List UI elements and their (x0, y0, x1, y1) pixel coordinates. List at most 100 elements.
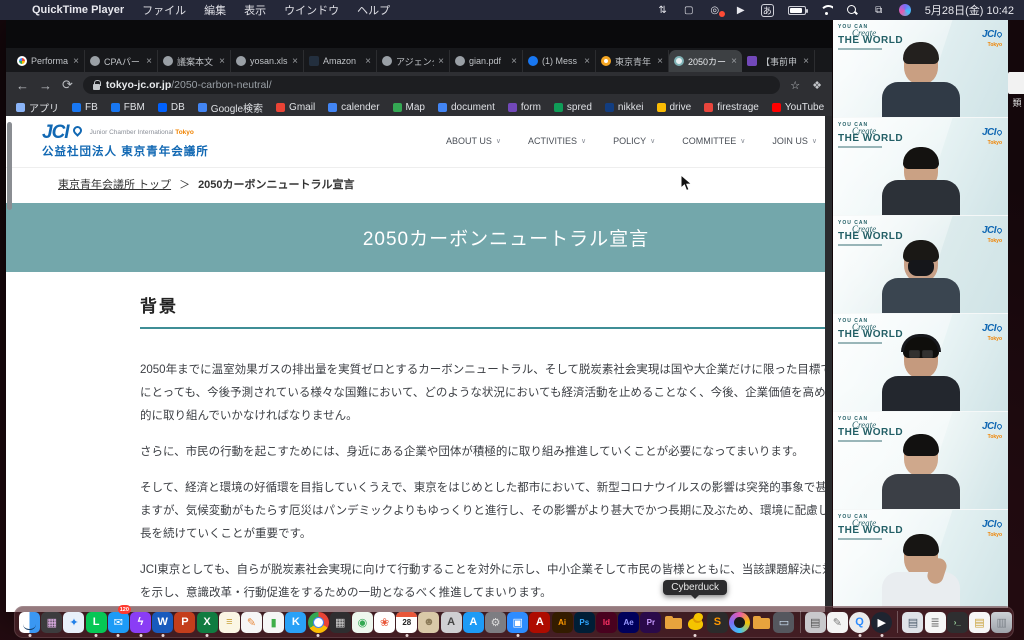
dock-system-preferences[interactable]: ⚙ (485, 607, 506, 637)
dock-maps[interactable]: ◉ (352, 607, 373, 637)
dock-office-folder[interactable] (662, 607, 683, 637)
dock-trash[interactable]: ▥ (991, 607, 1012, 637)
menubar-app-name[interactable]: QuickTime Player (32, 4, 124, 16)
dock-after-effects[interactable]: Ae (618, 607, 639, 637)
menubar-menu-2[interactable]: 表示 (244, 2, 266, 18)
tab-close-icon[interactable]: × (365, 56, 371, 67)
tab-1[interactable]: Performa× (12, 50, 85, 72)
bookmark-FBM[interactable]: FBM (111, 102, 145, 113)
sync-icon[interactable]: ⇅ (657, 4, 669, 17)
dock-quicktime[interactable]: Q (849, 607, 870, 637)
bookmark-firestrage[interactable]: firestrage (704, 102, 759, 113)
bookmark-Map[interactable]: Map (393, 102, 425, 113)
bookmark-Gmail[interactable]: Gmail (276, 102, 315, 113)
dock-excel[interactable]: X (197, 607, 218, 637)
dock-cyberduck[interactable] (685, 607, 706, 637)
bookmark-form[interactable]: form (508, 102, 541, 113)
tab-9[interactable]: 東京青年× (596, 50, 669, 72)
video-tile-2[interactable]: YOU CANCreateTHE WORLDJCITokyo (833, 118, 1008, 216)
tab-6[interactable]: アジェンダ× (377, 50, 450, 72)
screen-record-icon[interactable]: ◎ (709, 4, 721, 17)
video-tile-3[interactable]: YOU CANCreateTHE WORLDJCITokyo (833, 216, 1008, 314)
tab-4[interactable]: yosan.xls× (231, 50, 304, 72)
dock-line[interactable]: L (86, 607, 107, 637)
breadcrumb-home-link[interactable]: 東京青年会議所 トップ (58, 176, 171, 192)
dock-safari[interactable]: ✦ (63, 607, 84, 637)
tab-close-icon[interactable]: × (438, 56, 444, 67)
nav-item-activities[interactable]: ACTIVITIES∨ (528, 136, 586, 146)
tab-close-icon[interactable]: × (146, 56, 152, 67)
dock-player[interactable]: ▶ (871, 607, 892, 637)
tab-close-icon[interactable]: × (511, 56, 517, 67)
nav-item-committee[interactable]: COMMITTEE∨ (682, 136, 745, 146)
line-status-icon[interactable]: ▢ (683, 4, 695, 17)
bookmark-FB[interactable]: FB (72, 102, 98, 113)
dock-launchpad[interactable]: ▦ (41, 607, 62, 637)
page-scrollbar[interactable] (825, 116, 832, 612)
reload-button[interactable]: ⟳ (62, 77, 73, 93)
nav-item-about-us[interactable]: ABOUT US∨ (446, 136, 501, 146)
tab-10[interactable]: 2050カー× (669, 50, 742, 72)
dock-notes[interactable]: ≡ (219, 607, 240, 637)
dock-mail[interactable]: ✉120 (108, 607, 129, 637)
tab-close-icon[interactable]: × (584, 56, 590, 67)
tab-8[interactable]: (1) Mess× (523, 50, 596, 72)
dock-stack-device[interactable]: ▤ (902, 607, 923, 637)
menubar-menu-3[interactable]: ウインドウ (284, 2, 339, 18)
forward-button[interactable]: → (39, 78, 52, 93)
dock-creative-cloud[interactable] (729, 607, 750, 637)
dock-contacts[interactable]: ☻ (418, 607, 439, 637)
dock-printer[interactable]: ▤ (805, 607, 826, 637)
nav-item-policy[interactable]: POLICY∨ (613, 136, 655, 146)
tab-close-icon[interactable]: × (731, 56, 737, 67)
back-button[interactable]: ← (16, 78, 29, 93)
dock-pages[interactable]: ✎ (241, 607, 262, 637)
dock-word[interactable]: W (152, 607, 173, 637)
tab-7[interactable]: gian.pdf× (450, 50, 523, 72)
spotlight-icon[interactable] (847, 5, 859, 16)
tab-3[interactable]: 議案本文× (158, 50, 231, 72)
tab-close-icon[interactable]: × (292, 56, 298, 67)
video-tile-6[interactable]: YOU CANCreateTHE WORLDJCITokyo (833, 510, 1008, 608)
dock-illustrator[interactable]: Ai (552, 607, 573, 637)
dock-finder[interactable] (19, 607, 40, 637)
site-logo[interactable]: JCI Junior Chamber International Tokyo 公… (42, 124, 209, 159)
play-circle-icon[interactable]: ▶ (735, 4, 747, 17)
menubar-clock[interactable]: 5月28日(金) 10:42 (925, 2, 1014, 18)
dock-indesign[interactable]: Id (596, 607, 617, 637)
dock-acrobat[interactable]: A (529, 607, 550, 637)
dock-chrome[interactable] (307, 607, 328, 637)
dock-vm-app[interactable]: ▭ (773, 607, 794, 637)
wifi-icon[interactable] (820, 5, 833, 15)
tab-close-icon[interactable]: × (219, 56, 225, 67)
dock-stack-documents[interactable]: ≣ (925, 607, 946, 637)
dock-keynote[interactable]: K (285, 607, 306, 637)
bookmark-nikkei[interactable]: nikkei (605, 102, 644, 113)
dock-sublime[interactable]: S (707, 607, 728, 637)
video-tile-5[interactable]: YOU CANCreateTHE WORLDJCITokyo (833, 412, 1008, 510)
bookmark-DB[interactable]: DB (158, 102, 185, 113)
bookmark-document[interactable]: document (438, 102, 495, 113)
dock-table-app[interactable]: ▦ (330, 607, 351, 637)
dock-dictionary[interactable]: A (441, 607, 462, 637)
tab-5[interactable]: Amazon× (304, 50, 377, 72)
dock-messenger[interactable]: ϟ (130, 607, 151, 637)
dock-powerpoint[interactable]: P (174, 607, 195, 637)
siri-icon[interactable] (899, 4, 911, 16)
tab-close-icon[interactable]: × (73, 56, 79, 67)
dock-textedit[interactable]: ✎ (827, 607, 848, 637)
video-tile-4[interactable]: YOU CANCreateTHE WORLDJCITokyo (833, 314, 1008, 412)
tab-11[interactable]: 【事前申し× (742, 50, 815, 72)
display-icon[interactable]: ⧉ (873, 4, 885, 17)
tab-close-icon[interactable]: × (657, 56, 663, 67)
battery-icon[interactable] (788, 6, 806, 15)
menubar-menu-4[interactable]: ヘルプ (357, 2, 390, 18)
video-tile-1[interactable]: YOU CANCreateTHE WORLDJCITokyo (833, 20, 1008, 118)
nav-item-join-us[interactable]: JOIN US∨ (772, 136, 817, 146)
extension-icon[interactable]: ❖ (812, 79, 822, 92)
dock-stack-scripts[interactable]: ›_ (947, 607, 968, 637)
dock-numbers[interactable]: ▮ (263, 607, 284, 637)
bookmark-calender[interactable]: calender (328, 102, 379, 113)
bookmark-drive[interactable]: drive (657, 102, 692, 113)
page-scrollbar-thumb[interactable] (7, 122, 12, 210)
